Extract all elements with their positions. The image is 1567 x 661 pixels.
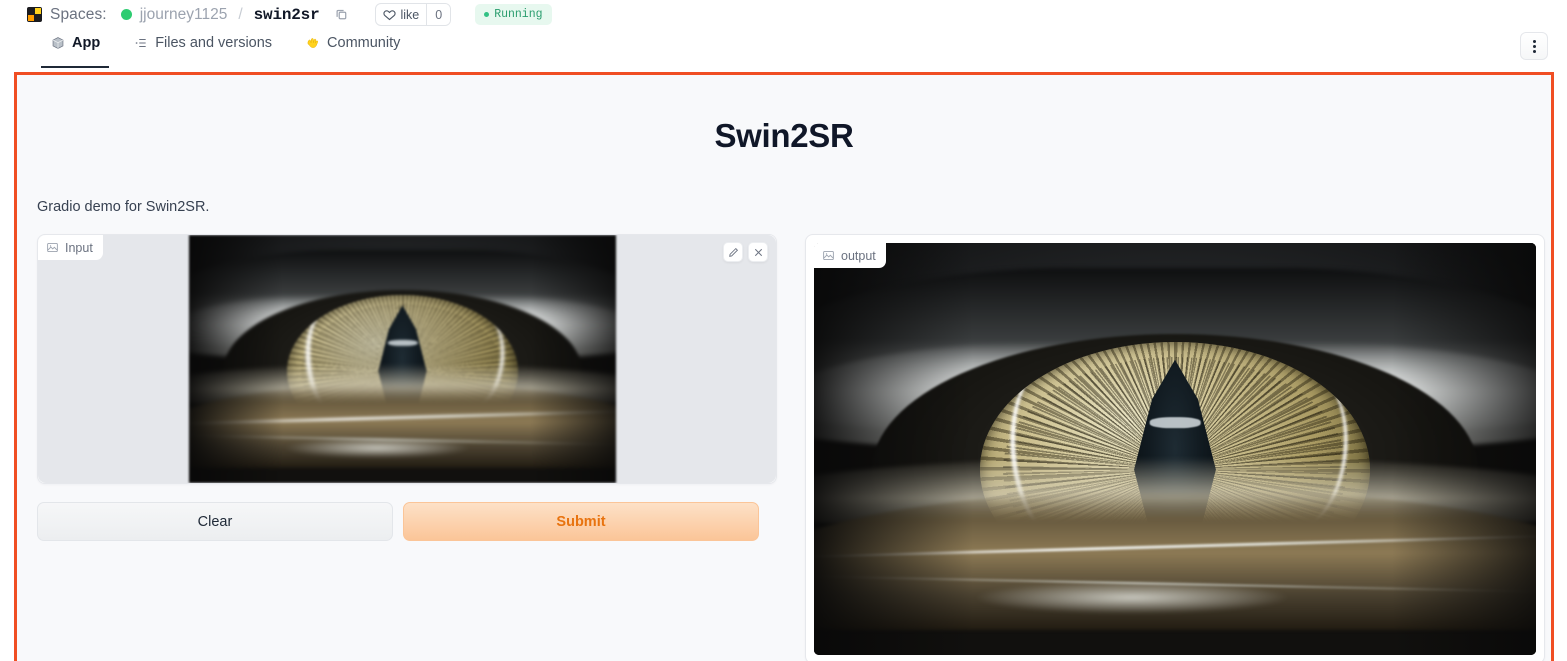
hands-icon [305,36,320,51]
output-panel-label-text: output [841,248,876,263]
tab-app[interactable]: App [41,29,110,68]
close-x-icon[interactable] [748,242,768,262]
spaces-label: Spaces: [50,5,107,23]
embedded-app-frame: Swin2SR Gradio demo for Swin2SR. Input C… [14,72,1554,661]
gradio-app: Swin2SR Gradio demo for Swin2SR. Input C… [17,75,1551,661]
copy-icon[interactable] [334,7,349,22]
like-count: 0 [426,4,451,25]
reptile-eye-upscaled-output-image [814,243,1536,655]
submit-button[interactable]: Submit [403,502,759,541]
output-column: output [805,234,1545,661]
kebab-menu-icon[interactable] [1520,32,1548,60]
output-image-box[interactable] [814,243,1536,655]
hf-spaces-logo-icon[interactable] [27,7,42,22]
clear-button[interactable]: Clear [37,502,393,541]
green-dot-icon [484,12,490,17]
output-panel-label: output [814,243,886,268]
like-button[interactable]: like [376,4,426,25]
running-status-dot-icon [120,9,132,20]
heart-outline-icon [383,10,397,21]
output-panel: output [805,234,1545,661]
input-column: Input Clear Submit [37,234,777,661]
app-columns: Input Clear Submit output [37,234,1551,661]
page-title: Swin2SR [714,117,854,154]
tab-files-label: Files and versions [155,35,273,51]
tab-files-and-versions[interactable]: Files and versions [124,29,281,68]
breadcrumb-separator: / [238,5,243,23]
space-tabs: App Files and versions Community [0,29,1567,68]
image-icon [822,249,835,262]
status-badge-label: Running [494,8,543,21]
input-panel-label-text: Input [65,240,93,255]
tab-app-label: App [72,35,101,51]
space-owner-link[interactable]: jjourney1125 [140,6,228,24]
input-panel-label: Input [38,235,103,260]
cube-icon [50,36,65,51]
space-repo-name[interactable]: swin2sr [254,6,320,24]
image-icon [46,241,59,254]
file-list-icon [133,36,148,51]
like-label: like [400,7,420,22]
pencil-icon[interactable] [723,242,743,262]
like-group[interactable]: like 0 [375,3,452,26]
tab-community-label: Community [327,35,401,51]
input-panel: Input [37,234,777,484]
tab-community[interactable]: Community [296,29,409,68]
input-image-toolbar [723,242,768,262]
action-buttons: Clear Submit [37,502,777,541]
reptile-eye-input-image [189,235,616,483]
status-badge: Running [475,4,552,25]
page-description: Gradio demo for Swin2SR. [37,199,210,215]
spaces-header: Spaces: jjourney1125 / swin2sr like 0 Ru… [0,0,1567,29]
input-image-box[interactable]: Input [38,235,776,483]
